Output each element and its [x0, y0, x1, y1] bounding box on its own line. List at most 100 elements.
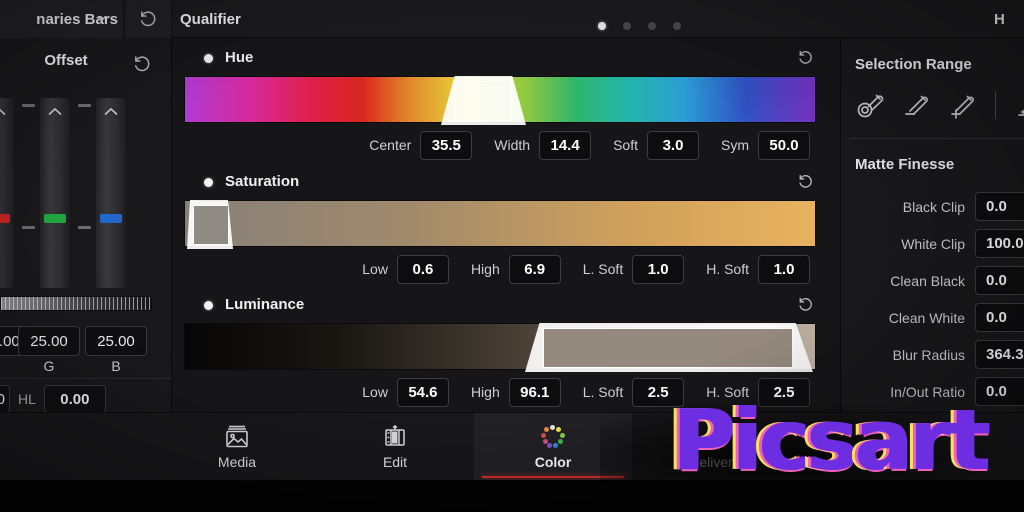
row-value[interactable]: 0.0 — [975, 303, 1024, 332]
param-value[interactable]: 2.5 — [632, 377, 685, 407]
luminance-params-row: Low 54.6 High 96.1 L. Soft 2.5 H. Soft 2… — [172, 375, 840, 409]
row-value[interactable]: 0.0 — [975, 377, 1024, 406]
reset-icon — [799, 174, 812, 188]
param-label: Low — [362, 261, 388, 277]
offset-value-b[interactable]: 25.00 — [85, 326, 147, 356]
param-value[interactable]: 3.0 — [647, 130, 699, 160]
saturation-header: Saturation — [172, 168, 840, 198]
saturation-label: Saturation — [225, 173, 300, 190]
hue-enable-toggle[interactable] — [204, 54, 213, 63]
row-value[interactable]: 100.0 — [975, 229, 1024, 258]
panel-divider — [849, 138, 1024, 139]
slider-tick — [78, 104, 91, 107]
param-value[interactable]: 2.5 — [758, 377, 810, 407]
row-label: Blur Radius — [892, 346, 965, 363]
eyedropper-plus-icon[interactable] — [947, 90, 977, 120]
offset-reset-button[interactable] — [132, 54, 152, 74]
panel-title: Qualifier — [180, 0, 241, 38]
param-low: Low 54.6 — [362, 377, 449, 407]
param-value[interactable]: 50.0 — [758, 130, 810, 160]
page-dot-2[interactable] — [623, 22, 631, 30]
hue-reset-button[interactable] — [797, 49, 814, 66]
slider-handle-red[interactable] — [0, 214, 10, 223]
offset-label-b: B — [111, 358, 121, 374]
slider-tick — [22, 226, 35, 229]
luminance-selection-handle[interactable] — [525, 323, 813, 372]
param-value[interactable]: 54.6 — [396, 377, 449, 407]
hue-gradient-bar[interactable] — [184, 76, 816, 125]
hl-value-field[interactable]: 0.00 — [43, 385, 106, 413]
param-label: H. Soft — [706, 261, 749, 277]
luminance-gradient-bar[interactable] — [184, 323, 816, 372]
param-label: High — [470, 261, 500, 277]
row-value[interactable]: 0.0 — [975, 266, 1024, 295]
slider-tick — [22, 104, 35, 107]
softness-minus-icon[interactable] — [1014, 90, 1024, 120]
hue-header: Hue — [172, 44, 840, 74]
slider-track[interactable] — [0, 98, 14, 288]
matte-row-clean-black: Clean Black 0.0 — [841, 262, 1024, 299]
nav-item-color[interactable]: Color — [474, 413, 632, 481]
saturation-enable-toggle[interactable] — [204, 178, 213, 187]
offset-header: Offset — [0, 38, 172, 90]
slider-handle-green[interactable] — [44, 214, 66, 223]
color-icon — [540, 424, 566, 449]
eyedropper-minus-icon[interactable] — [901, 90, 931, 120]
param-label: L. Soft — [582, 261, 624, 277]
qualifier-section-hue: Hue Center 35.5 Width 14.4 Soft 3.0 Sym … — [172, 44, 840, 160]
page-indicator-dots[interactable] — [598, 22, 681, 30]
offset-value-g[interactable]: 25.00 — [18, 326, 80, 356]
param-center: Center 35.5 — [369, 130, 473, 160]
partial-value-field[interactable]: 0 — [0, 385, 10, 413]
offset-slider-blue[interactable] — [96, 86, 126, 290]
offset-slider-green[interactable] — [40, 86, 70, 290]
param-value[interactable]: 6.9 — [508, 254, 561, 284]
luminance-enable-toggle[interactable] — [204, 301, 213, 310]
chevron-down-icon[interactable] — [96, 13, 107, 24]
param-label: Soft — [613, 137, 638, 153]
saturation-reset-button[interactable] — [797, 173, 814, 190]
param-value[interactable]: 14.4 — [539, 130, 592, 160]
deliver-icon — [698, 425, 724, 449]
page-dot-4[interactable] — [673, 22, 681, 30]
param-value[interactable]: 96.1 — [508, 377, 561, 407]
saturation-gradient-bar[interactable] — [184, 200, 816, 249]
offset-slider-red[interactable] — [0, 86, 14, 290]
param-value[interactable]: 1.0 — [632, 254, 685, 284]
slider-track[interactable] — [96, 98, 126, 288]
nav-item-deliver[interactable]: Deliver — [632, 413, 790, 481]
row-value[interactable]: 0.0 — [975, 192, 1024, 221]
offset-ruler-strip[interactable] — [0, 296, 152, 311]
page-dot-3[interactable] — [648, 22, 656, 30]
offset-field-b[interactable]: 25.00 B — [85, 326, 147, 374]
param-label: Width — [494, 137, 531, 153]
param-label: Sym — [721, 137, 749, 153]
hue-selection-handle[interactable] — [441, 76, 526, 125]
param-soft: Soft 3.0 — [613, 130, 699, 160]
matte-row-white-clip: White Clip 100.0 — [841, 225, 1024, 262]
param-value[interactable]: 0.6 — [396, 254, 449, 284]
slider-handle-blue[interactable] — [100, 214, 122, 223]
node-reset-button[interactable] — [124, 0, 172, 38]
param-value[interactable]: 1.0 — [758, 254, 810, 284]
bottom-navigation: Media Edit Color Deliver — [0, 412, 1024, 481]
qualifier-section-saturation: Saturation Low 0.6 High 6.9 L. Soft 1.0 … — [172, 168, 840, 284]
offset-field-g[interactable]: 25.00 G — [18, 326, 80, 374]
nav-item-media[interactable]: Media — [158, 413, 316, 481]
nav-item-edit[interactable]: Edit — [316, 413, 474, 481]
param-value[interactable]: 35.5 — [420, 130, 473, 160]
nav-label: Color — [534, 453, 572, 470]
matte-row-blur-radius: Blur Radius 364.3 — [841, 336, 1024, 373]
slider-track[interactable] — [40, 98, 70, 288]
luminance-reset-button[interactable] — [797, 296, 814, 313]
saturation-selection-handle[interactable] — [187, 200, 233, 249]
chevron-up-icon — [0, 104, 7, 116]
row-label: In/Out Ratio — [890, 383, 965, 400]
toolbar-divider — [995, 91, 996, 119]
matte-row-in-out-ratio: In/Out Ratio 0.0 — [841, 373, 1024, 410]
eyedropper-picker-icon[interactable] — [855, 90, 885, 120]
chevron-up-icon — [47, 104, 63, 116]
page-dot-1[interactable] — [598, 22, 606, 30]
row-value[interactable]: 364.3 — [975, 340, 1024, 369]
param-low-soft: L. Soft 1.0 — [582, 254, 685, 284]
